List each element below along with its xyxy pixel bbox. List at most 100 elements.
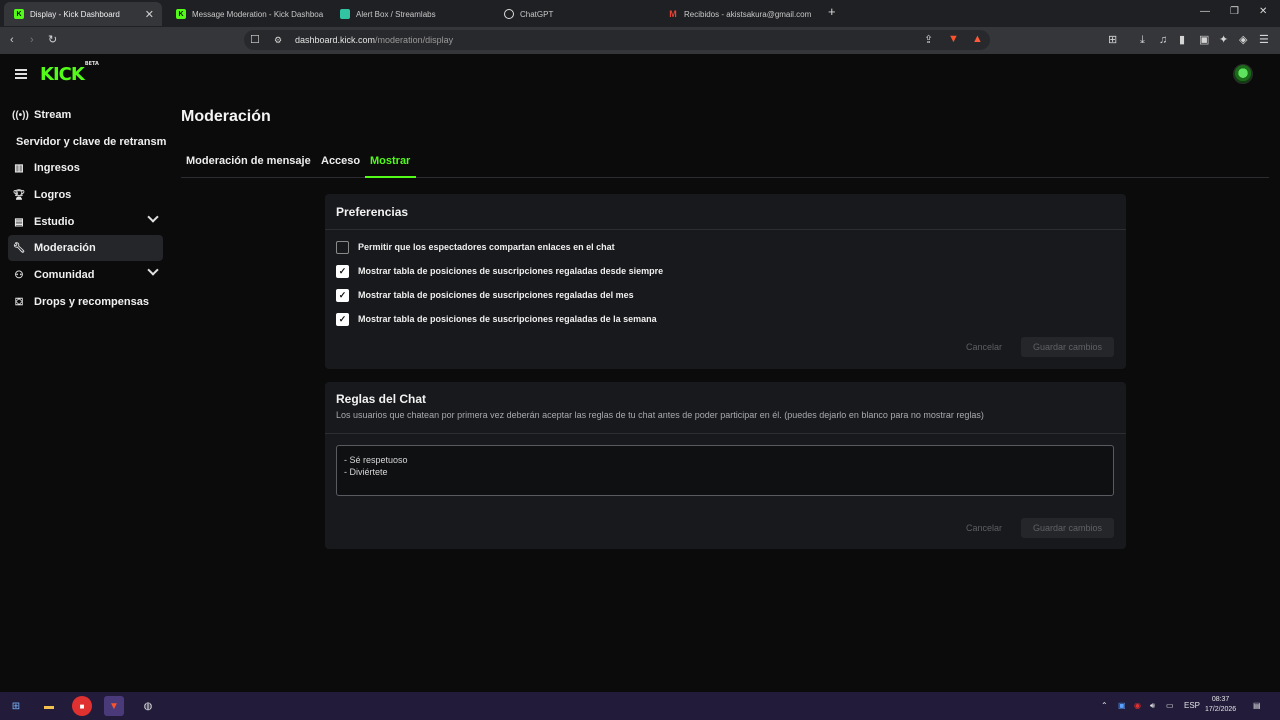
minimize-icon[interactable]: — <box>1200 6 1210 17</box>
checkbox-checked-icon[interactable]: ✓ <box>336 288 349 302</box>
media-icon[interactable]: ♫ <box>1159 33 1167 47</box>
share-icon[interactable]: ⇪ <box>924 33 933 47</box>
maximize-icon[interactable]: ❐ <box>1230 6 1239 17</box>
trophy-icon: 🏆︎ <box>12 189 26 201</box>
reload-icon[interactable]: ↻ <box>48 33 57 47</box>
notifications-icon[interactable]: ▤ <box>1253 701 1261 710</box>
cancel-button[interactable]: Cancelar <box>966 342 1002 352</box>
preference-option[interactable]: ✓ Mostrar tabla de posiciones de suscrip… <box>336 288 634 302</box>
sidebar-item-label: Logros <box>34 189 72 201</box>
sidebar-item-comunidad[interactable]: ⚇ Comunidad <box>8 262 163 288</box>
chat-rules-description: Los usuarios que chatean por primera vez… <box>336 410 984 420</box>
preference-label: Mostrar tabla de posiciones de suscripci… <box>358 290 634 300</box>
save-button[interactable]: Guardar cambios <box>1021 337 1114 357</box>
tab-mostrar[interactable]: Mostrar <box>370 155 410 167</box>
clock-date: 17/2/2026 <box>1205 706 1237 713</box>
sidebar-item-moderacion[interactable]: 🔧︎ Moderación <box>8 235 163 261</box>
preference-option[interactable]: ✓ Mostrar tabla de posiciones de suscrip… <box>336 264 663 278</box>
kick-logo[interactable]: KICKBETA <box>40 61 99 85</box>
browser-tab-title: ChatGPT <box>520 9 554 19</box>
sidebar-icon[interactable]: ▮ <box>1179 33 1185 47</box>
browser-tab-title: Message Moderation - Kick Dashboa <box>192 9 324 19</box>
streamlabs-favicon-icon <box>340 9 350 19</box>
sidebar-item-drops[interactable]: ⛋ Drops y recompensas <box>8 289 163 315</box>
sidebar-item-logros[interactable]: 🏆︎ Logros <box>8 182 163 208</box>
wallet-icon[interactable]: ▣ <box>1199 33 1209 47</box>
taskbar-clock[interactable]: 08:37 17/2/2026 <box>1205 695 1236 715</box>
new-tab-button[interactable]: + <box>828 4 836 19</box>
downloads-icon[interactable]: ⤓ <box>1140 33 1145 47</box>
preference-option[interactable]: Permitir que los espectadores compartan … <box>336 240 615 254</box>
broadcast-icon: ((•)) <box>12 109 29 121</box>
browser-tab-title: Recibidos - akistsakura@gmail.com <box>684 9 812 19</box>
volume-icon[interactable]: 🔊︎ <box>1150 701 1155 711</box>
sidebar-item-server-key[interactable]: Servidor y clave de retransm <box>16 129 176 155</box>
tray-expand-icon[interactable]: ⌃ <box>1101 701 1108 710</box>
sidebar-item-stream[interactable]: ((•)) Stream <box>8 102 163 128</box>
language-indicator[interactable]: ESP <box>1184 701 1200 710</box>
hamburger-menu-icon[interactable] <box>15 69 27 79</box>
kick-favicon-icon: K <box>14 9 24 19</box>
close-tab-icon[interactable]: ✕ <box>145 8 154 21</box>
browser-tab[interactable]: ChatGPT <box>494 2 654 26</box>
sidebar-item-label: Estudio <box>34 216 75 228</box>
chevron-down-icon <box>147 264 159 276</box>
sidebar-item-label: Comunidad <box>34 269 95 281</box>
browser-tab[interactable]: Alert Box / Streamlabs <box>330 2 490 26</box>
sidebar-item-ingresos[interactable]: ▥ Ingresos <box>8 155 163 181</box>
browser-tab-strip: K Display - Kick Dashboard ✕ K Message M… <box>0 0 1280 27</box>
chat-rules-title: Reglas del Chat <box>336 392 427 406</box>
back-icon[interactable]: ‹ <box>10 33 14 47</box>
checkbox-checked-icon[interactable]: ✓ <box>336 312 349 326</box>
tab-moderacion-de-mensaje[interactable]: Moderación de mensaje <box>186 155 311 167</box>
chat-rules-textarea[interactable]: - Sé respetuoso - Diviértete <box>336 445 1114 496</box>
close-window-icon[interactable]: ✕ <box>1259 6 1267 17</box>
page: KICKBETA ((•)) Stream Servidor y clave d… <box>0 54 1280 692</box>
sidebar-item-label: Stream <box>34 109 72 121</box>
gmail-favicon-icon: M <box>669 9 677 19</box>
brave-shields-icon[interactable]: ▼ <box>948 32 959 46</box>
browser-tab[interactable]: M Recibidos - akistsakura@gmail.com <box>658 2 822 26</box>
vpn-icon[interactable]: ◈ <box>1239 33 1247 47</box>
app-icon[interactable]: ■ <box>72 696 92 716</box>
chart-icon: ▥ <box>14 162 24 174</box>
bookmark-icon[interactable]: ☐ <box>250 33 260 47</box>
chat-rules-value: - Sé respetuoso - Diviértete <box>344 455 408 477</box>
tray-app-icon[interactable]: ◉ <box>1134 701 1141 710</box>
avatar[interactable] <box>1233 64 1253 84</box>
chevron-down-icon <box>147 211 159 223</box>
save-button[interactable]: Guardar cambios <box>1021 518 1114 538</box>
preference-option[interactable]: ✓ Mostrar tabla de posiciones de suscrip… <box>336 312 657 326</box>
leo-ai-icon[interactable]: ✦ <box>1219 33 1228 47</box>
kick-favicon-icon: K <box>176 9 186 19</box>
brave-browser-icon[interactable]: ▼ <box>104 696 124 716</box>
browser-toolbar: ‹ › ↻ ☐ ⚙ dashboard.kick.com/moderation/… <box>0 27 1280 54</box>
browser-tab[interactable]: K Display - Kick Dashboard ✕ <box>4 2 162 26</box>
sidebar-item-label: Servidor y clave de retransm <box>16 136 167 148</box>
windows-start-icon[interactable]: ⊞ <box>6 696 26 716</box>
site-info-icon[interactable]: ⚙ <box>274 33 282 47</box>
page-title: Moderación <box>181 108 271 125</box>
browser-tab-title: Display - Kick Dashboard <box>30 9 120 19</box>
tray-app-icon[interactable]: ▣ <box>1118 701 1126 710</box>
preferences-card: Preferencias Permitir que los espectador… <box>325 194 1126 369</box>
sidebar-item-estudio[interactable]: ▤ Estudio <box>8 209 163 235</box>
address-bar[interactable]: ☐ ⚙ dashboard.kick.com/moderation/displa… <box>244 30 990 50</box>
network-icon[interactable]: ▭ <box>1166 701 1174 710</box>
url-text: dashboard.kick.com/moderation/display <box>295 35 454 45</box>
studio-icon: ▤ <box>14 216 24 228</box>
checkbox[interactable] <box>336 240 349 254</box>
checkbox-checked-icon[interactable]: ✓ <box>336 264 349 278</box>
tab-search-icon[interactable]: ⊞ <box>1108 33 1117 47</box>
tabs-divider <box>181 177 1269 178</box>
sidebar-item-label: Ingresos <box>34 162 80 174</box>
tab-acceso[interactable]: Acceso <box>321 155 360 167</box>
obs-icon[interactable]: ◍ <box>138 696 158 716</box>
preference-label: Permitir que los espectadores compartan … <box>358 242 615 252</box>
file-explorer-icon[interactable]: ▬ <box>39 696 59 716</box>
forward-icon[interactable]: › <box>30 33 34 47</box>
cancel-button[interactable]: Cancelar <box>966 523 1002 533</box>
menu-icon[interactable]: ☰ <box>1259 33 1269 47</box>
brave-rewards-icon[interactable]: ▲ <box>972 32 983 46</box>
browser-tab[interactable]: K Message Moderation - Kick Dashboa <box>166 2 326 26</box>
